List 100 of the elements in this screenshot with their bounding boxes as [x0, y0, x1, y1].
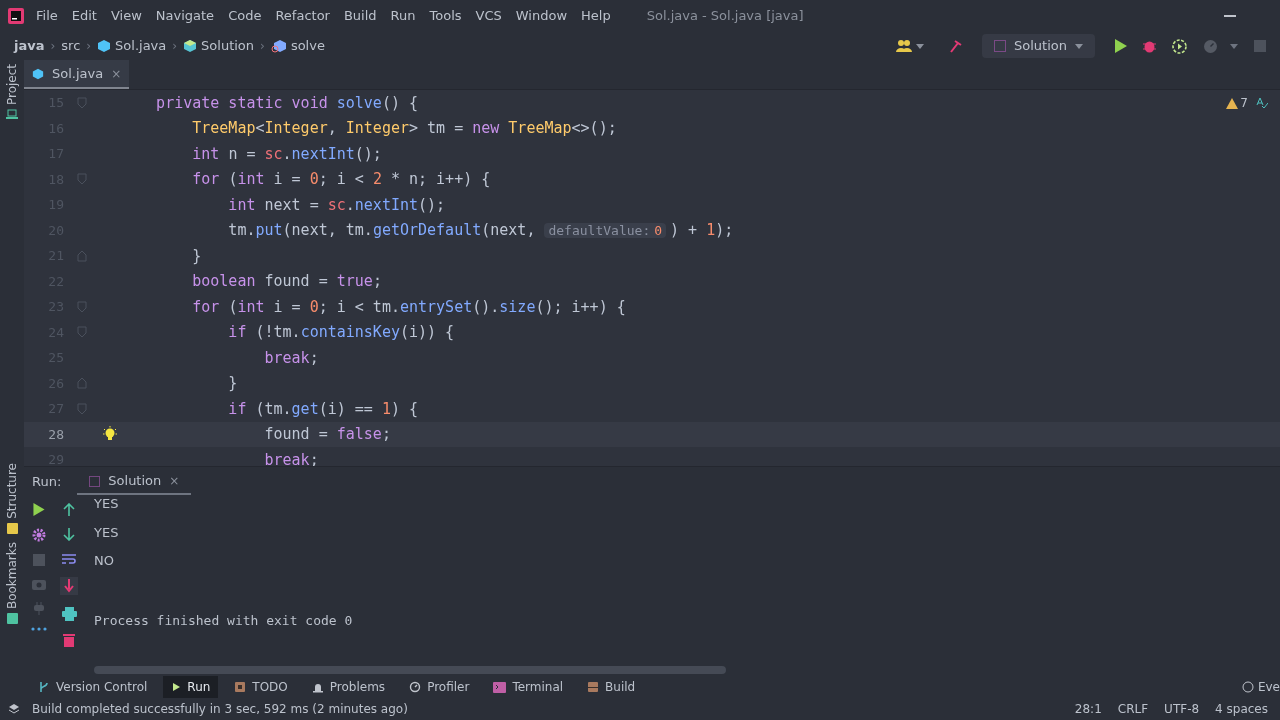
- file-icon: [97, 39, 112, 53]
- printer-icon[interactable]: [61, 607, 77, 621]
- tool-window-tab[interactable]: TODO: [226, 676, 296, 698]
- wrap-icon[interactable]: [62, 553, 76, 565]
- layers-icon[interactable]: [8, 703, 20, 715]
- todo-icon: [234, 681, 247, 693]
- side-tab[interactable]: Bookmarks: [3, 541, 21, 609]
- build-icon: [587, 681, 600, 693]
- menu-item[interactable]: Navigate: [155, 6, 215, 26]
- side-tab[interactable]: Project: [3, 64, 21, 106]
- class-icon: [183, 39, 198, 53]
- users-icon[interactable]: [896, 39, 913, 53]
- output-line: YES: [94, 523, 120, 542]
- status-item[interactable]: 28:1: [1070, 700, 1106, 718]
- menu-item[interactable]: Run: [390, 6, 416, 26]
- caret-icon: [1075, 43, 1083, 49]
- arrow-up-icon[interactable]: [63, 503, 75, 516]
- menu-item[interactable]: VCS: [475, 6, 502, 26]
- menu-item[interactable]: Tools: [429, 6, 462, 26]
- code-line: }: [227, 373, 238, 394]
- breadcrumb[interactable]: Solution: [183, 36, 255, 56]
- editor-tab[interactable]: Sol.java ×: [24, 60, 130, 89]
- breadcrumb-separator: ›: [86, 38, 92, 55]
- menu-item[interactable]: Build: [343, 6, 377, 26]
- code-line: for (int i = 0; i < 2 * n; i++) {: [191, 169, 491, 190]
- tool-window-tab[interactable]: Profiler: [401, 676, 478, 698]
- scroll-end-icon[interactable]: [60, 577, 78, 595]
- menu-item[interactable]: Window: [515, 6, 568, 26]
- menu-item[interactable]: Help: [581, 6, 611, 26]
- code-line: tm.put(next, tm.getOrDefault(next, defaultValue: 0 ) + 1);: [227, 220, 734, 241]
- code-line: int n = sc.nextInt();: [191, 143, 382, 165]
- status-item[interactable]: CRLF: [1113, 700, 1153, 718]
- rerun-icon[interactable]: [33, 503, 45, 516]
- siren-icon: [311, 681, 324, 693]
- menu-item[interactable]: Refactor: [275, 6, 330, 26]
- menu-item[interactable]: View: [110, 6, 142, 26]
- code-line: int next = sc.nextInt();: [227, 194, 446, 216]
- code-line: }: [191, 245, 202, 267]
- close-icon[interactable]: ×: [111, 64, 122, 83]
- caret-icon[interactable]: [916, 43, 925, 49]
- lightbulb-icon[interactable]: [103, 426, 117, 443]
- coverage-icon[interactable]: [1172, 38, 1187, 54]
- side-tab[interactable]: Structure: [3, 463, 21, 519]
- file-icon: [32, 67, 44, 80]
- menu-item[interactable]: File: [36, 6, 58, 26]
- code-line: found = false;: [263, 424, 391, 445]
- breadcrumb[interactable]: src: [61, 36, 81, 56]
- window-icon: [89, 475, 101, 487]
- breadcrumb[interactable]: Sol.java: [97, 36, 167, 56]
- output-line: YES: [94, 495, 120, 513]
- scrollbar-thumb[interactable]: [94, 666, 726, 674]
- gauge-icon: [409, 681, 422, 693]
- laptop-icon: [6, 109, 18, 121]
- window-title: Sol.java - Sol.java [java]: [646, 7, 804, 26]
- panel-icon: [6, 613, 18, 624]
- status-item[interactable]: UTF-8: [1160, 700, 1204, 718]
- code-line: private static void solve() {: [155, 92, 419, 114]
- status-message: Build completed successfully in 3 sec, 592 ms (2 minutes ago): [32, 701, 408, 718]
- play-icon: [171, 682, 182, 692]
- status-item[interactable]: 4 spaces: [1211, 700, 1272, 718]
- line-number: 28: [47, 425, 64, 444]
- output-line: NO: [94, 552, 115, 570]
- speech-bubble-icon: [1241, 681, 1254, 693]
- gauge-icon[interactable]: [1203, 38, 1218, 54]
- tool-window-tab[interactable]: Version Control: [30, 676, 156, 698]
- more-icon[interactable]: [31, 627, 47, 631]
- run-config-dropdown[interactable]: Solution: [982, 34, 1095, 58]
- spellcheck-icon[interactable]: [1256, 97, 1268, 109]
- menu-item[interactable]: Code: [228, 6, 262, 26]
- breadcrumb[interactable]: java: [14, 36, 45, 56]
- gear-icon[interactable]: [32, 528, 46, 542]
- camera-icon[interactable]: [32, 578, 46, 590]
- tool-window-tab[interactable]: Terminal: [485, 676, 572, 698]
- bug-icon[interactable]: [1143, 39, 1156, 53]
- tool-window-tab[interactable]: Problems: [303, 676, 394, 698]
- run-icon[interactable]: [1115, 39, 1127, 53]
- branch-icon: [38, 681, 50, 693]
- breadcrumb[interactable]: solve: [270, 36, 325, 56]
- caret-icon[interactable]: [1230, 43, 1238, 49]
- hammer-icon[interactable]: [948, 39, 963, 53]
- breadcrumb-separator: ›: [260, 38, 265, 55]
- warning-icon: [1226, 97, 1239, 109]
- menu-item[interactable]: Edit: [71, 6, 97, 26]
- tool-window-tab[interactable]: Run: [163, 676, 219, 698]
- method-icon: [270, 39, 287, 53]
- code-line: TreeMap<Integer, Integer> tm = new TreeMap<>();: [191, 118, 617, 139]
- tool-window-tab[interactable]: Build: [579, 676, 644, 698]
- plug-icon[interactable]: [34, 602, 44, 615]
- breadcrumb-separator: ›: [172, 38, 178, 55]
- code-line: boolean found = true;: [191, 271, 382, 292]
- app-logo-icon[interactable]: [8, 8, 24, 24]
- trash-icon[interactable]: [63, 633, 75, 647]
- event-log-tab[interactable]: Eve: [1241, 678, 1280, 696]
- tab-label: Sol.java: [52, 64, 104, 83]
- close-icon[interactable]: ×: [169, 472, 180, 490]
- arrow-down-icon[interactable]: [63, 528, 75, 541]
- console-tab[interactable]: Solution ×: [77, 469, 192, 495]
- warning-count[interactable]: 7: [1226, 94, 1248, 112]
- code-line: break;: [263, 347, 319, 369]
- terminal-icon: [493, 681, 507, 693]
